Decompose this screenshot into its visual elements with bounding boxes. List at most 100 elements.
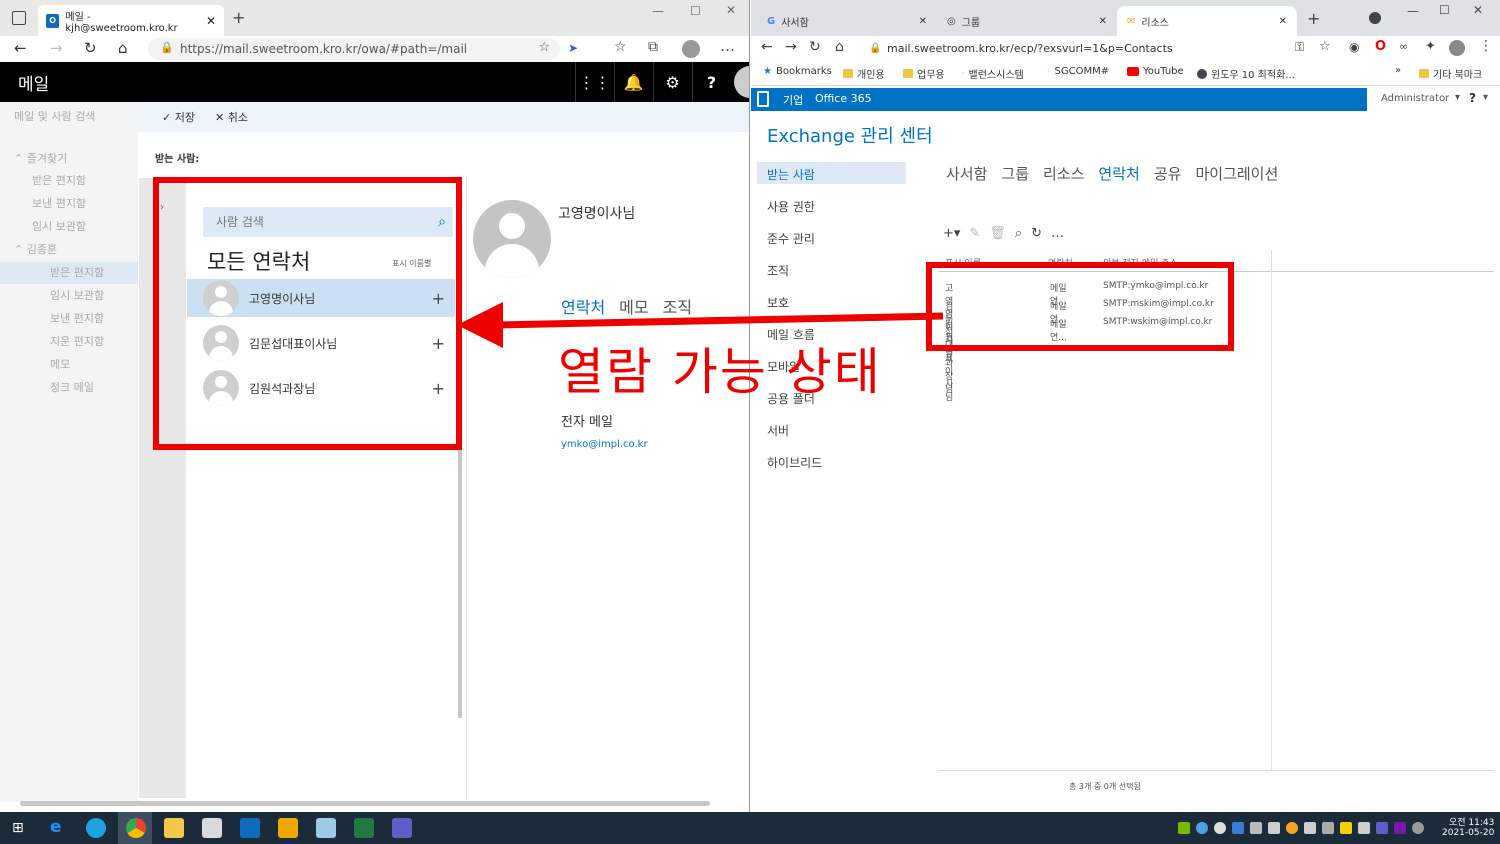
- nav-recipients[interactable]: 받는 사람: [767, 166, 815, 183]
- edit-icon[interactable]: ✎: [969, 226, 980, 241]
- tab-migration[interactable]: 마이그레이션: [1195, 163, 1278, 184]
- more-menu-icon[interactable]: …: [720, 37, 735, 55]
- tab-resources[interactable]: 리소스: [1043, 163, 1084, 184]
- user-avatar[interactable]: [734, 66, 749, 98]
- nav-hybrid[interactable]: 하이브리드: [767, 454, 822, 471]
- windows-start-icon[interactable]: ⊞: [12, 820, 24, 836]
- minimize-icon[interactable]: —: [652, 4, 664, 18]
- extension-icon[interactable]: ➤: [568, 41, 578, 55]
- nav-permissions[interactable]: 사용 권한: [767, 198, 815, 215]
- nav-item-sent[interactable]: 보낸 편지함: [0, 193, 138, 215]
- new-tab-icon[interactable]: +: [232, 8, 245, 27]
- profile-avatar[interactable]: [682, 40, 700, 58]
- bookmark-star-icon[interactable]: ☆: [1319, 39, 1331, 54]
- save-button[interactable]: ✓ 저장: [162, 109, 195, 125]
- back-icon[interactable]: ←: [761, 39, 773, 55]
- forward-icon[interactable]: →: [50, 39, 63, 57]
- close-tab-icon[interactable]: ✕: [1099, 16, 1107, 27]
- opera-icon[interactable]: O: [1375, 39, 1386, 54]
- bookmark-item[interactable]: ★ Bookmarks: [763, 66, 832, 77]
- url-field[interactable]: 🔒 https://mail.sweetroom.kro.kr/owa/#pat…: [148, 38, 560, 60]
- bookmark-item[interactable]: ◦ SGCOMM#: [1047, 66, 1109, 77]
- bluetooth-icon[interactable]: [1232, 822, 1244, 834]
- nav-servers[interactable]: 서버: [767, 422, 789, 439]
- puzzle-icon[interactable]: ✦: [1425, 39, 1436, 54]
- nav-item-drafts[interactable]: 임시 보관함: [0, 216, 138, 238]
- bookmark-folder[interactable]: 개인용: [843, 66, 885, 81]
- scrollbar[interactable]: [458, 440, 462, 718]
- close-window-icon[interactable]: ✕: [1473, 3, 1483, 17]
- store-icon[interactable]: [202, 818, 222, 838]
- notepad-icon[interactable]: [316, 818, 336, 838]
- email-link[interactable]: ymko@impl.co.kr: [561, 439, 648, 450]
- account-header[interactable]: ⌃ 김종훈: [0, 239, 138, 261]
- home-icon[interactable]: ⌂: [118, 39, 128, 57]
- new-tab-icon[interactable]: +: [1307, 9, 1320, 28]
- favorite-star-icon[interactable]: ☆: [538, 40, 550, 55]
- tab-groups[interactable]: 그룹: [1001, 163, 1029, 184]
- tab-shared[interactable]: 공유: [1154, 163, 1182, 184]
- teams-icon[interactable]: [392, 818, 412, 838]
- tab-search-icon[interactable]: [1369, 12, 1381, 24]
- excel-icon[interactable]: [354, 818, 374, 838]
- tab-domain[interactable]: ◎ 그룹 ✕: [937, 6, 1117, 36]
- app-icon[interactable]: [278, 818, 298, 838]
- bookmark-item[interactable]: 윈도우 10 최적화...: [1197, 66, 1295, 81]
- outlook-icon[interactable]: [240, 818, 260, 838]
- volume-icon[interactable]: [1304, 822, 1316, 834]
- bell-icon[interactable]: 🔔: [614, 62, 652, 102]
- teams-tray-icon[interactable]: [1376, 822, 1388, 834]
- tab-mail[interactable]: O 메일 - kjh@sweetroom.kro.kr ✕: [38, 5, 224, 36]
- bookmark-item[interactable]: ◦ 밸런스시스템: [961, 66, 1024, 81]
- monitor-icon[interactable]: [1358, 822, 1370, 834]
- copy-icon[interactable]: [1322, 822, 1334, 834]
- minimize-icon[interactable]: —: [1407, 4, 1419, 18]
- search-icon[interactable]: ⌕: [1015, 226, 1022, 241]
- close-window-icon[interactable]: ✕: [726, 3, 736, 17]
- user-menu[interactable]: Administrator ▾ ? ▾: [1367, 88, 1500, 111]
- display-icon[interactable]: [1268, 822, 1280, 834]
- delete-icon[interactable]: 🗑: [989, 226, 1006, 241]
- gear-icon[interactable]: ⚙: [653, 62, 691, 102]
- add-icon[interactable]: +▾: [943, 226, 960, 241]
- folder-junk[interactable]: 정크 메일: [0, 377, 138, 399]
- tab-exchange[interactable]: ✉ 리소스 ✕: [1117, 6, 1297, 36]
- enterprise-link[interactable]: 기업: [783, 92, 803, 108]
- tab-contacts[interactable]: 연락처: [1098, 163, 1139, 184]
- collections-icon[interactable]: ⧉: [648, 39, 658, 55]
- office-icon[interactable]: [757, 91, 769, 107]
- file-explorer-icon[interactable]: [164, 818, 184, 838]
- camera-icon[interactable]: ◉: [1349, 40, 1359, 54]
- back-icon[interactable]: ←: [14, 39, 27, 57]
- refresh-icon[interactable]: ↻: [84, 39, 97, 57]
- bookmark-folder[interactable]: 기타 북마크: [1419, 66, 1482, 81]
- more-icon[interactable]: …: [1051, 226, 1064, 241]
- help-button[interactable]: ?: [1469, 91, 1476, 105]
- tab-actions-icon[interactable]: [12, 11, 26, 25]
- maximize-icon[interactable]: ☐: [1439, 3, 1450, 17]
- cancel-button[interactable]: ✕ 취소: [215, 109, 248, 125]
- onenote-icon[interactable]: [1394, 822, 1406, 834]
- nav-item-inbox[interactable]: 받은 편지함: [0, 170, 138, 192]
- folder-deleted[interactable]: 지운 편지함: [0, 331, 138, 353]
- ie-icon[interactable]: e: [50, 817, 62, 837]
- network-icon[interactable]: [1250, 822, 1262, 834]
- horizontal-scrollbar[interactable]: [20, 801, 710, 806]
- folder-sent[interactable]: 보낸 편지함: [0, 308, 138, 330]
- maximize-icon[interactable]: ☐: [690, 4, 701, 18]
- favorites-icon[interactable]: ☆: [614, 39, 627, 55]
- overflow-icon[interactable]: »: [1395, 65, 1401, 76]
- close-tab-icon[interactable]: ✕: [919, 16, 927, 27]
- profile-avatar[interactable]: [1449, 40, 1465, 56]
- refresh-icon[interactable]: ↻: [809, 39, 821, 55]
- key-icon[interactable]: ⚿: [1295, 40, 1304, 55]
- favorites-header[interactable]: ⌃ 즐겨찾기: [0, 148, 138, 170]
- cloud-icon[interactable]: [1214, 822, 1226, 834]
- forward-icon[interactable]: →: [785, 39, 797, 55]
- url-field[interactable]: 🔒 mail.sweetroom.kro.kr/ecp/?exsvurl=1&p…: [861, 38, 1341, 60]
- search-icon[interactable]: [1286, 822, 1298, 834]
- clock[interactable]: 오전 11:43 2021-05-20: [1442, 815, 1494, 838]
- office365-link[interactable]: Office 365: [815, 92, 872, 105]
- nav-organization[interactable]: 조직: [767, 262, 789, 279]
- nav-compliance[interactable]: 준수 관리: [767, 230, 815, 247]
